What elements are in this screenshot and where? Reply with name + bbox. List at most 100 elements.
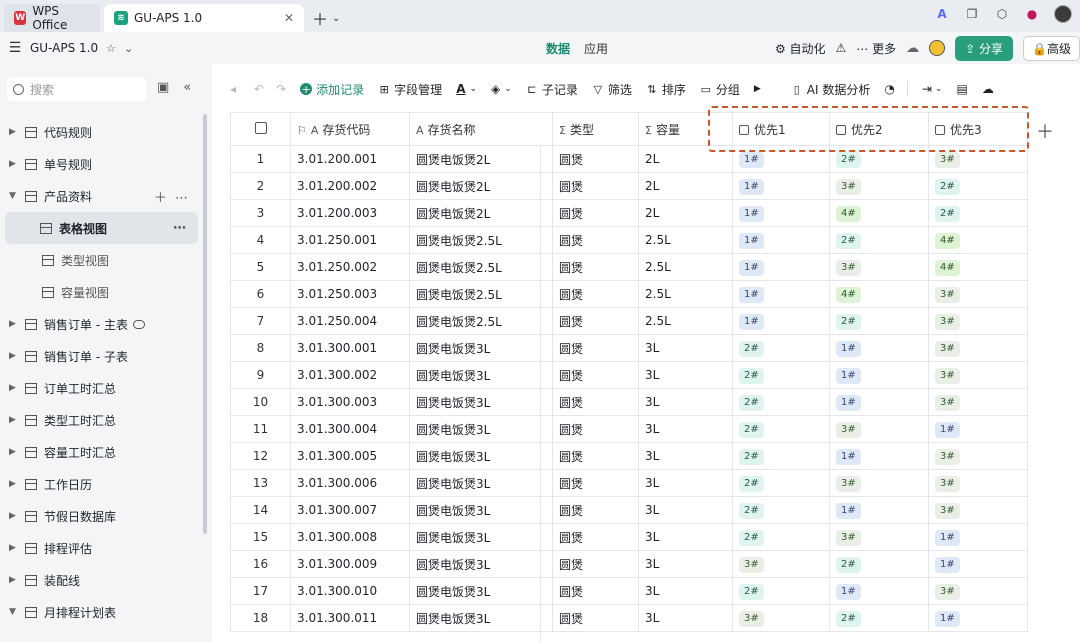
row-number[interactable]: 4 <box>230 226 291 254</box>
cell-name[interactable]: 圆煲电饭煲3L <box>409 469 553 497</box>
cell-capacity[interactable]: 3L <box>638 442 733 470</box>
cell-type[interactable]: 圆煲 <box>552 307 639 335</box>
cell-type[interactable]: 圆煲 <box>552 415 639 443</box>
text-color-button[interactable]: A ⌄ <box>456 82 477 96</box>
ai-analysis-button[interactable]: ▯ AI 数据分析 <box>791 81 871 98</box>
cell-priority3[interactable]: 1# <box>928 523 1028 551</box>
cell-type[interactable]: 圆煲 <box>552 604 639 632</box>
cell-capacity[interactable]: 3L <box>638 361 733 389</box>
cell-priority2[interactable]: 2# <box>829 307 929 335</box>
chevron-down-icon[interactable]: ⌄ <box>124 42 133 55</box>
table-row[interactable]: 8 3.01.300.001 圆煲电饭煲3L 圆煲 3L 2# 1# 3# <box>230 334 1041 362</box>
warning-icon[interactable]: ⚠ <box>836 41 847 55</box>
row-number[interactable]: 18 <box>230 604 291 632</box>
cell-priority2[interactable]: 1# <box>829 334 929 362</box>
sidebar-item[interactable]: ▶ 装配线 <box>0 564 200 596</box>
sort-button[interactable]: ⇅ 排序 <box>646 81 686 98</box>
row-number[interactable]: 6 <box>230 280 291 308</box>
select-all-checkbox[interactable] <box>230 112 291 146</box>
cell-type[interactable]: 圆煲 <box>552 280 639 308</box>
table-row[interactable]: 11 3.01.300.004 圆煲电饭煲3L 圆煲 3L 2# 3# 1# <box>230 415 1041 443</box>
user-avatar[interactable] <box>929 40 946 56</box>
row-number[interactable]: 13 <box>230 469 291 497</box>
cell-priority1[interactable]: 1# <box>732 307 830 335</box>
column-header-name[interactable]: A 存货名称 <box>409 112 553 146</box>
row-number[interactable]: 8 <box>230 334 291 362</box>
cell-priority2[interactable]: 3# <box>829 253 929 281</box>
new-tab-button[interactable]: ＋ ⌄ <box>304 4 348 32</box>
cell-priority2[interactable]: 3# <box>829 469 929 497</box>
sidebar-item[interactable]: ▶ 类型工时汇总 <box>0 404 200 436</box>
cell-priority1[interactable]: 1# <box>732 226 830 254</box>
cell-name[interactable]: 圆煲电饭煲3L <box>409 577 553 605</box>
cell-code[interactable]: 3.01.300.004 <box>290 415 410 443</box>
cell-code[interactable]: 3.01.200.003 <box>290 199 410 227</box>
cell-priority3[interactable]: 3# <box>928 577 1028 605</box>
cell-capacity[interactable]: 3L <box>638 577 733 605</box>
cell-code[interactable]: 3.01.300.008 <box>290 523 410 551</box>
sidebar-item[interactable]: 容量视图 <box>0 276 200 308</box>
cell-code[interactable]: 3.01.300.010 <box>290 577 410 605</box>
cell-code[interactable]: 3.01.250.001 <box>290 226 410 254</box>
cell-priority2[interactable]: 3# <box>829 523 929 551</box>
cell-type[interactable]: 圆煲 <box>552 361 639 389</box>
table-row[interactable]: 14 3.01.300.007 圆煲电饭煲3L 圆煲 3L 2# 1# 3# <box>230 496 1041 524</box>
table-row[interactable]: 9 3.01.300.002 圆煲电饭煲3L 圆煲 3L 2# 1# 3# <box>230 361 1041 389</box>
tab-gu-aps[interactable]: ≋ GU-APS 1.0 ✕ <box>104 4 304 32</box>
tab-wps-office[interactable]: W WPS Office <box>4 4 100 32</box>
cell-type[interactable]: 圆煲 <box>552 334 639 362</box>
cell-type[interactable]: 圆煲 <box>552 253 639 281</box>
cell-name[interactable]: 圆煲电饭煲3L <box>409 523 553 551</box>
redo-icon[interactable]: ↷ <box>276 82 286 96</box>
cell-priority2[interactable]: 4# <box>829 280 929 308</box>
cell-name[interactable]: 圆煲电饭煲3L <box>409 334 553 362</box>
cell-name[interactable]: 圆煲电饭煲3L <box>409 550 553 578</box>
row-number[interactable]: 12 <box>230 442 291 470</box>
close-icon[interactable]: ✕ <box>284 11 294 25</box>
cell-code[interactable]: 3.01.300.011 <box>290 604 410 632</box>
cell-name[interactable]: 圆煲电饭煲3L <box>409 388 553 416</box>
clipboard-icon[interactable]: ▤ <box>956 82 967 96</box>
field-manage-button[interactable]: ⊞ 字段管理 <box>378 81 443 98</box>
cell-priority1[interactable]: 1# <box>732 280 830 308</box>
cell-priority3[interactable]: 4# <box>928 226 1028 254</box>
cell-priority1[interactable]: 2# <box>732 334 830 362</box>
row-number[interactable]: 7 <box>230 307 291 335</box>
table-row[interactable]: 2 3.01.200.002 圆煲电饭煲2L 圆煲 2L 1# 3# 2# <box>230 172 1041 200</box>
cell-priority3[interactable]: 3# <box>928 442 1028 470</box>
table-row[interactable]: 6 3.01.250.003 圆煲电饭煲2.5L 圆煲 2.5L 1# 4# 3# <box>230 280 1041 308</box>
cell-type[interactable]: 圆煲 <box>552 469 639 497</box>
app-badge-icon[interactable]: ● <box>1024 6 1040 22</box>
cloud-icon[interactable]: ☁ <box>906 41 919 56</box>
cell-priority1[interactable]: 2# <box>732 496 830 524</box>
cell-priority1[interactable]: 2# <box>732 442 830 470</box>
cell-capacity[interactable]: 3L <box>638 523 733 551</box>
cell-code[interactable]: 3.01.300.001 <box>290 334 410 362</box>
cell-priority3[interactable]: 1# <box>928 415 1028 443</box>
cell-priority3[interactable]: 3# <box>928 496 1028 524</box>
avatar[interactable] <box>1054 5 1072 23</box>
row-number[interactable]: 3 <box>230 199 291 227</box>
cell-name[interactable]: 圆煲电饭煲3L <box>409 496 553 524</box>
cell-name[interactable]: 圆煲电饭煲2.5L <box>409 280 553 308</box>
cell-capacity[interactable]: 2.5L <box>638 280 733 308</box>
cell-type[interactable]: 圆煲 <box>552 172 639 200</box>
row-number[interactable]: 14 <box>230 496 291 524</box>
cloud-sync-icon[interactable]: ☁ <box>982 82 994 96</box>
cell-priority2[interactable]: 1# <box>829 442 929 470</box>
cell-code[interactable]: 3.01.200.002 <box>290 172 410 200</box>
window-icon[interactable]: ❐ <box>964 6 980 22</box>
cell-capacity[interactable]: 2.5L <box>638 226 733 254</box>
row-number[interactable]: 10 <box>230 388 291 416</box>
group-button[interactable]: ▭ 分组 <box>700 81 740 98</box>
cell-code[interactable]: 3.01.300.002 <box>290 361 410 389</box>
cell-name[interactable]: 圆煲电饭煲2.5L <box>409 253 553 281</box>
sidebar-item[interactable]: ▶ 排程评估 <box>0 532 200 564</box>
collapse-sidebar-icon[interactable]: « <box>183 80 191 95</box>
cell-priority3[interactable]: 3# <box>928 469 1028 497</box>
cell-type[interactable]: 圆煲 <box>552 523 639 551</box>
cell-priority1[interactable]: 1# <box>732 253 830 281</box>
cell-type[interactable]: 圆煲 <box>552 550 639 578</box>
cell-code[interactable]: 3.01.300.006 <box>290 469 410 497</box>
cell-name[interactable]: 圆煲电饭煲3L <box>409 361 553 389</box>
